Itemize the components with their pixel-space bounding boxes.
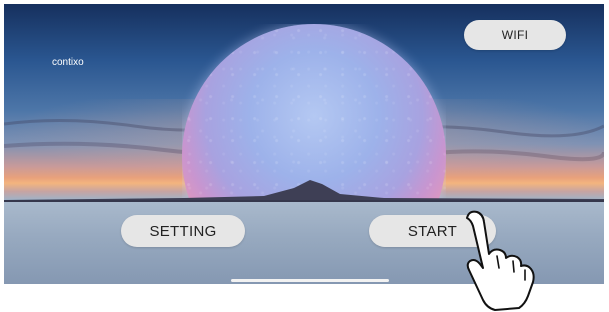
hand-pointer-icon: [466, 210, 535, 311]
brand-label: contixo: [52, 57, 84, 68]
wifi-button[interactable]: WIFI: [464, 20, 566, 50]
home-indicator[interactable]: [231, 279, 389, 282]
setting-button[interactable]: SETTING: [121, 215, 245, 247]
